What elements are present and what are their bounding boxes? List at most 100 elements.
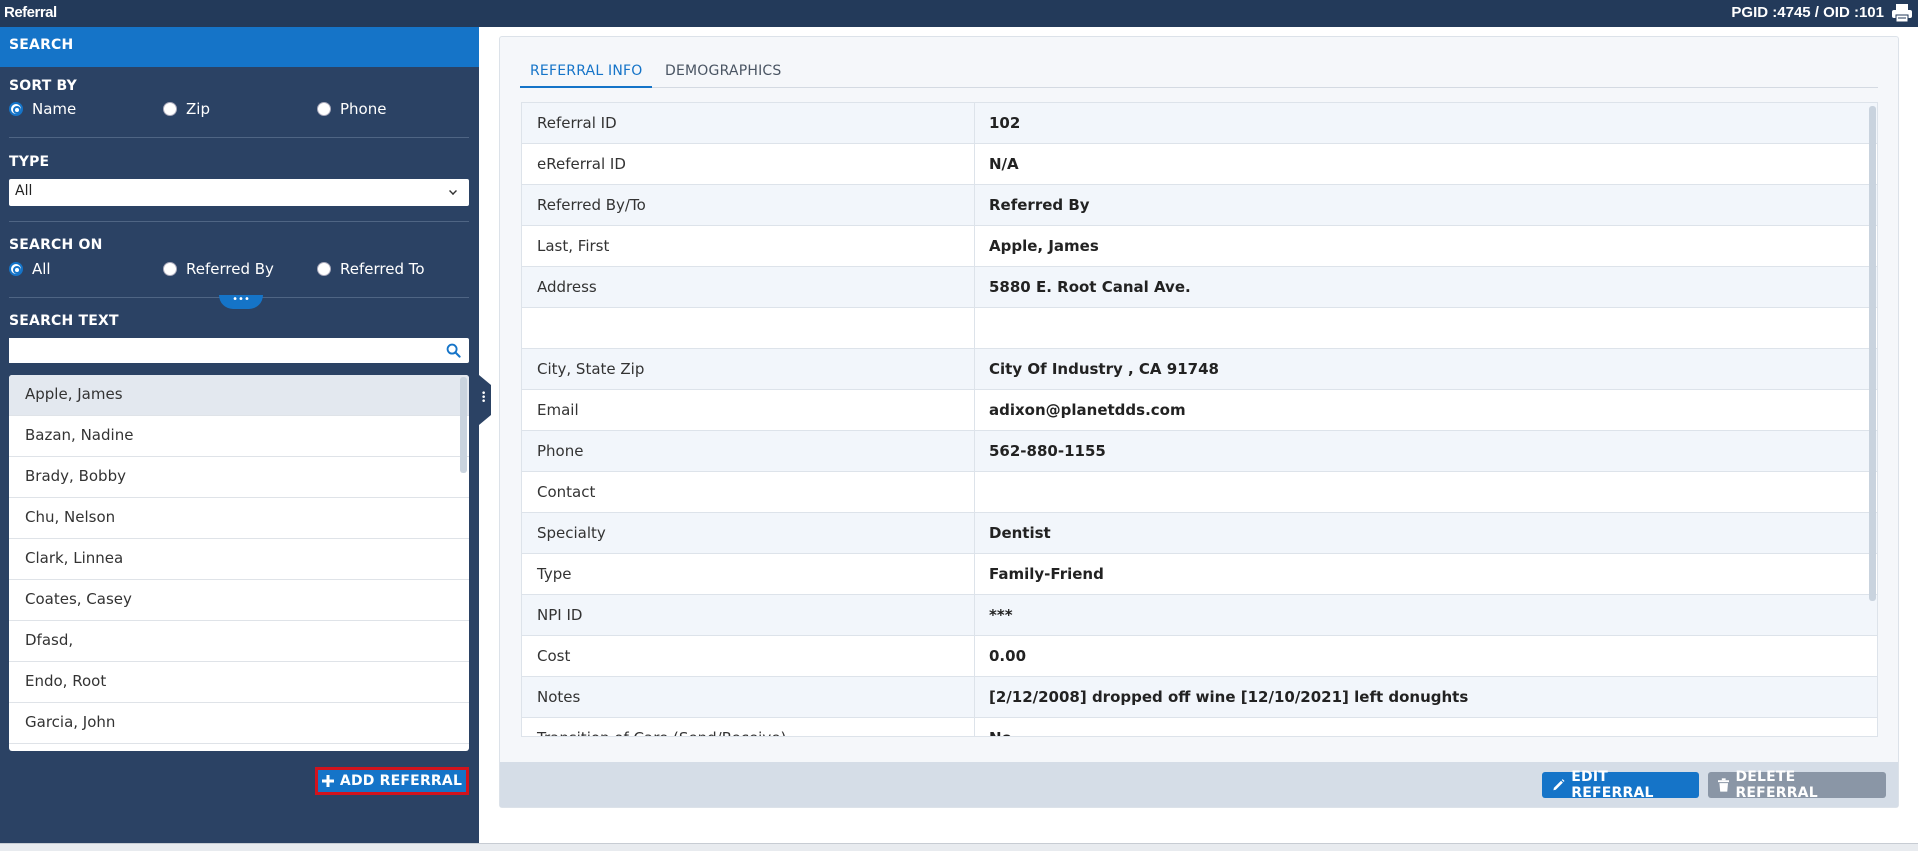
field-value: City Of Industry , CA 91748 [989,360,1219,378]
table-row: NPI ID *** [522,595,1877,636]
radio-label: Name [32,100,77,118]
field-label: Referral ID [522,103,975,143]
printer-icon[interactable] [1890,3,1914,23]
field-value: Referred By [989,196,1090,214]
practice-ids: PGID :4745 / OID :101 [1731,4,1884,21]
field-label: Specialty [522,513,975,553]
radio-label: All [32,260,51,278]
type-select-value: All [15,183,33,199]
search-sidebar: SEARCH SORT BY Name Zip Phone TYPE All S… [0,27,479,843]
search-on-referred-by-radio[interactable]: Referred By [163,260,274,278]
edit-referral-button[interactable]: EDIT REFERRAL [1542,769,1699,801]
list-item[interactable]: Clark, Linnea [9,539,469,580]
app-title: Referral [4,4,57,21]
sort-zip-radio[interactable]: Zip [163,100,210,118]
action-bar: EDIT REFERRAL DELETE REFERRAL [500,762,1898,807]
sort-by-label: SORT BY [9,78,78,94]
radio-icon [163,262,177,276]
table-row: Referral ID 102 [522,103,1877,144]
field-value: Family-Friend [989,565,1104,583]
field-value: Apple, James [989,237,1099,255]
radio-icon [163,102,177,116]
radio-label: Referred By [186,260,274,278]
table-row: Type Family-Friend [522,554,1877,595]
table-row: Notes [2/12/2008] dropped off wine [12/10… [522,677,1877,718]
type-label: TYPE [9,154,50,170]
field-label: Cost [522,636,975,676]
field-label: City, State Zip [522,349,975,389]
add-referral-button[interactable]: ADD REFERRAL [315,767,469,795]
sort-name-radio[interactable]: Name [9,100,76,118]
field-label: Notes [522,677,975,717]
list-item[interactable]: Chu, Nelson [9,498,469,539]
search-input[interactable] [9,338,429,363]
field-label: Email [522,390,975,430]
field-value: 0.00 [989,647,1027,665]
field-label: Referred By/To [522,185,975,225]
list-scrollbar[interactable] [460,377,467,473]
field-label: Address [522,267,975,307]
field-value: *** [989,606,1013,624]
table-row: Transition of Care (Send/Receive)No [522,718,1877,736]
title-bar: Referral PGID :4745 / OID :101 [0,0,1918,27]
referral-name-list: Apple, James Bazan, Nadine Brady, Bobby … [9,375,469,751]
search-field [9,338,469,363]
field-label: Phone [522,431,975,471]
field-value [975,472,1877,512]
referral-info-table: Referral ID 102 eReferral ID N/A Referred … [521,102,1878,737]
table-row: Referred By/To Referred By [522,185,1877,226]
type-select[interactable]: All [9,179,469,206]
search-text-label: SEARCH TEXT [9,313,119,329]
field-value: N/A [989,155,1019,173]
divider [9,137,469,138]
collapse-sidebar-handle[interactable]: • • • [479,375,491,425]
radio-label: Phone [340,100,387,118]
search-header: SEARCH [0,27,479,67]
list-item[interactable]: Garcia, John [9,703,469,744]
search-on-all-radio[interactable]: All [9,260,51,278]
table-row: Cost 0.00 [522,636,1877,677]
table-row: eReferral ID N/A [522,144,1877,185]
radio-selected-icon [9,262,23,276]
table-row: Last, First Apple, James [522,226,1877,267]
field-value [975,308,1877,348]
tab-referral-info[interactable]: REFERRAL INFO [520,55,653,88]
field-value: 5880 E. Root Canal Ave. [989,278,1191,296]
edit-referral-label: EDIT REFERRAL [1571,769,1654,801]
search-on-label: SEARCH ON [9,237,103,253]
field-label: Contact [522,472,975,512]
pencil-icon [1553,779,1565,791]
add-referral-label: ADD REFERRAL [339,773,463,789]
field-value: Dentist [989,524,1051,542]
list-item[interactable]: Endo, Root [9,662,469,703]
radio-selected-icon [9,102,23,116]
search-on-referred-to-radio[interactable]: Referred To [317,260,425,278]
radio-icon [317,102,331,116]
tab-bar: REFERRAL INFO DEMOGRAPHICS [520,55,1878,88]
radio-icon [317,262,331,276]
field-label: Type [522,554,975,594]
field-label: Last, First [522,226,975,266]
field-value: adixon@planetdds.com [989,401,1186,419]
delete-referral-label: DELETE REFERRAL [1735,769,1818,801]
field-value: No [975,718,1877,736]
table-row: Address 5880 E. Root Canal Ave. [522,267,1877,308]
search-icon[interactable] [446,343,461,358]
delete-referral-button[interactable]: DELETE REFERRAL [1708,769,1886,801]
list-item[interactable]: Coates, Casey [9,580,469,621]
field-label: eReferral ID [522,144,975,184]
list-item[interactable]: Bazan, Nadine [9,416,469,457]
tab-demographics[interactable]: DEMOGRAPHICS [655,55,791,88]
list-item[interactable]: Apple, James [9,375,469,416]
radio-label: Zip [186,100,210,118]
sort-phone-radio[interactable]: Phone [317,100,386,118]
table-row: Phone 562-880-1155 [522,431,1877,472]
list-item[interactable]: Dfasd, [9,621,469,662]
list-item[interactable]: Brady, Bobby [9,457,469,498]
field-value: [2/12/2008] dropped off wine [12/10/2021… [989,688,1469,706]
table-scrollbar[interactable] [1869,106,1876,601]
table-row [522,308,1877,349]
window-bottom-edge [0,843,1918,851]
resize-handle[interactable]: ••• [219,295,263,309]
divider [9,221,469,222]
